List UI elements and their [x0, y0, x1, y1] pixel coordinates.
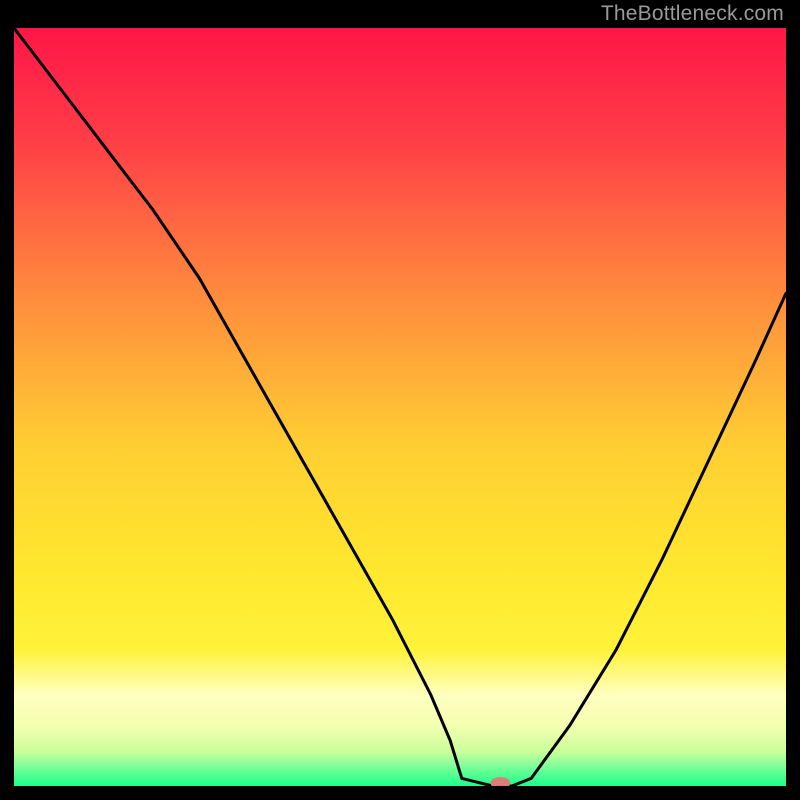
watermark-text: TheBottleneck.com [601, 2, 784, 26]
gradient-background [14, 28, 786, 786]
chart-container: TheBottleneck.com [0, 0, 800, 800]
chart-svg [14, 28, 786, 786]
plot-area [14, 28, 786, 786]
